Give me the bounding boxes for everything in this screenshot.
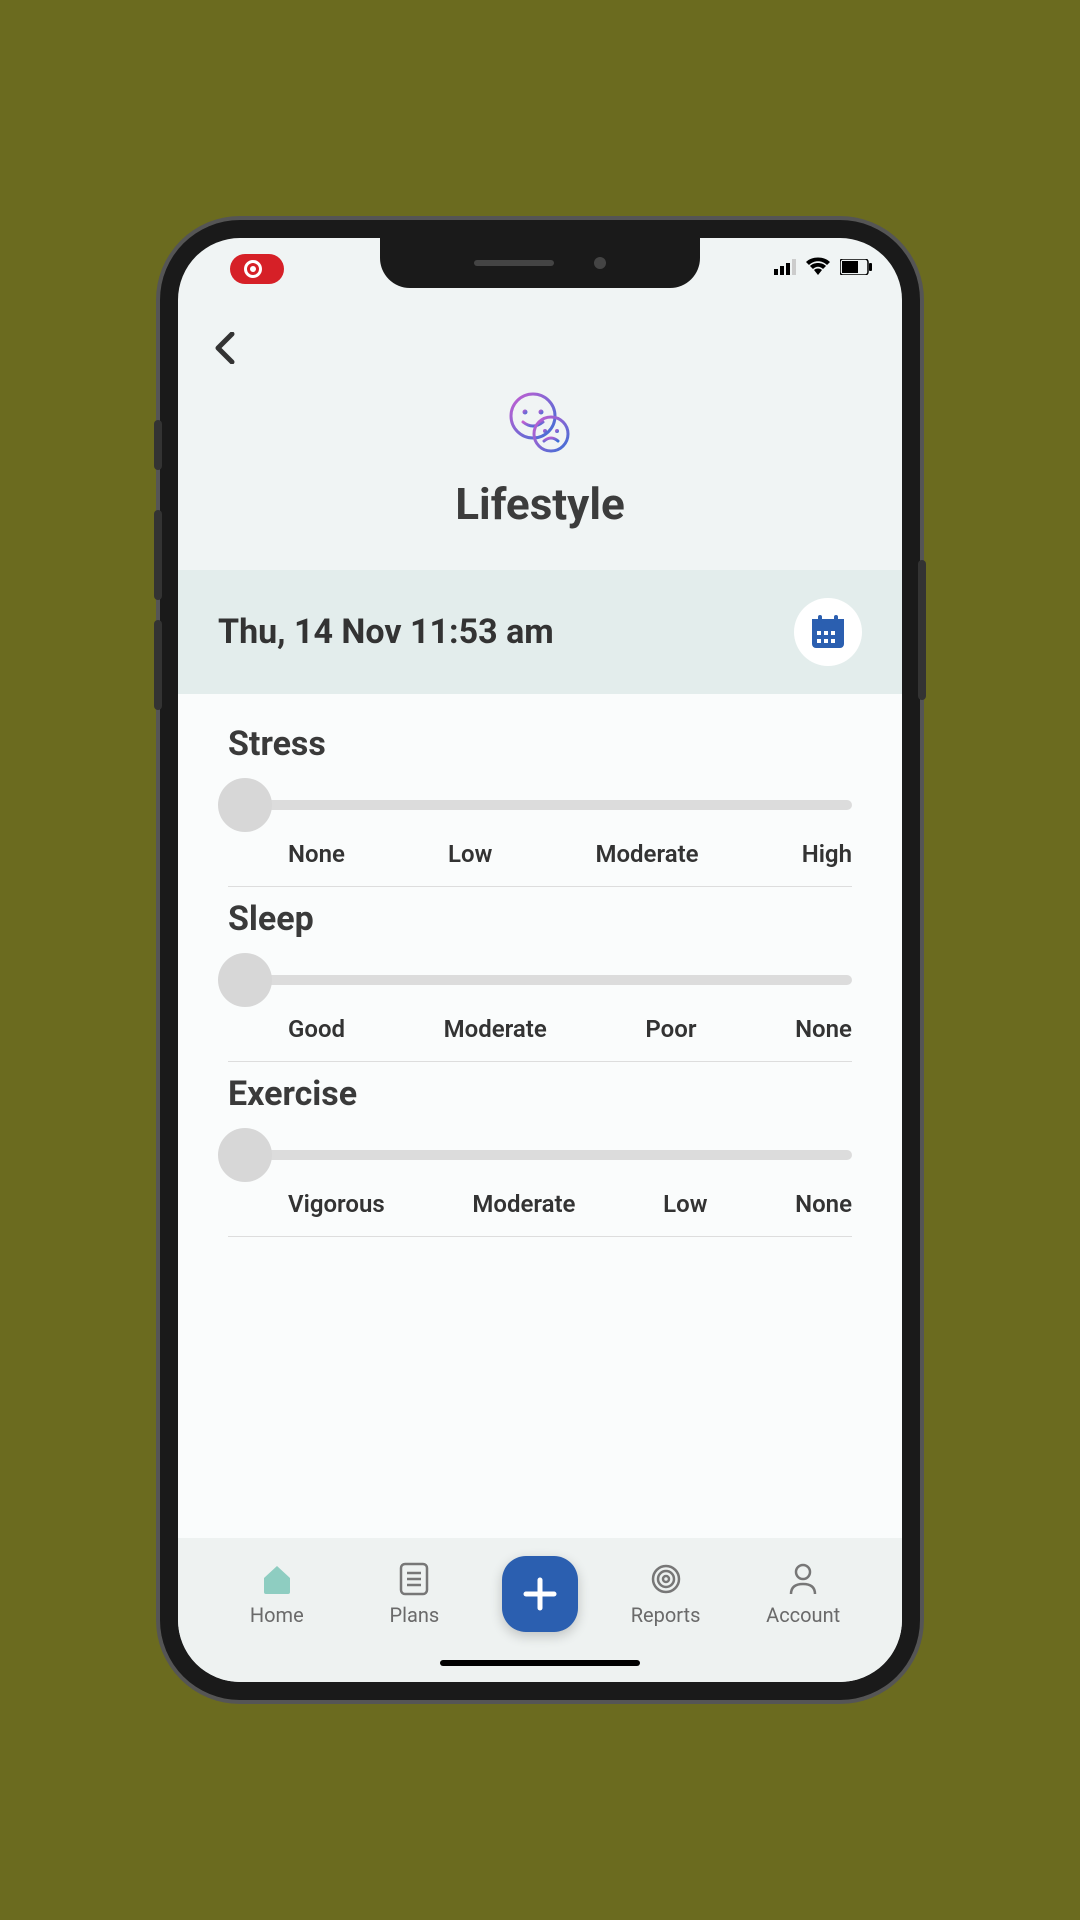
slider-mark: Moderate [595, 840, 698, 868]
sleep-slider[interactable] [228, 955, 852, 1005]
record-icon [244, 260, 262, 278]
signal-icon [774, 256, 796, 280]
slider-mark: None [288, 840, 345, 868]
date-row: Thu, 14 Nov 11:53 am [178, 570, 902, 694]
calendar-button[interactable] [794, 598, 862, 666]
phone-side-button [154, 420, 162, 470]
slider-mark: None [795, 1015, 852, 1043]
plus-icon [522, 1576, 558, 1612]
content: Stress None Low Moderate High Sleep [178, 694, 902, 1538]
header: Lifestyle [178, 298, 902, 570]
calendar-icon [809, 613, 847, 651]
plans-icon [396, 1561, 432, 1597]
slider-mark: Low [663, 1190, 707, 1218]
phone-side-button [918, 560, 926, 700]
phone-frame: Lifestyle Thu, 14 Nov 11:53 am [160, 220, 920, 1700]
wifi-icon [806, 256, 830, 280]
reports-icon [648, 1561, 684, 1597]
nav-label: Home [250, 1603, 304, 1627]
exercise-slider-group: Exercise Vigorous Moderate Low None [228, 1074, 852, 1237]
sleep-slider-group: Sleep Good Moderate Poor None [228, 899, 852, 1062]
add-button[interactable] [502, 1556, 578, 1632]
home-icon [259, 1561, 295, 1597]
slider-mark: Low [448, 840, 492, 868]
battery-icon [840, 256, 872, 280]
nav-home[interactable]: Home [227, 1561, 327, 1627]
slider-mark: Good [288, 1015, 345, 1043]
nav-label: Reports [631, 1603, 701, 1627]
nav-label: Account [766, 1603, 840, 1627]
slider-thumb[interactable] [218, 953, 272, 1007]
phone-side-button [154, 510, 162, 600]
slider-label: Sleep [228, 899, 852, 939]
slider-mark: Moderate [472, 1190, 575, 1218]
phone-side-button [154, 620, 162, 710]
account-icon [785, 1561, 821, 1597]
slider-label: Stress [228, 724, 852, 764]
nav-reports[interactable]: Reports [616, 1561, 716, 1627]
slider-mark: Moderate [444, 1015, 547, 1043]
page-title: Lifestyle [198, 478, 882, 530]
stress-slider-group: Stress None Low Moderate High [228, 724, 852, 887]
slider-mark: High [802, 840, 852, 868]
slider-mark: None [795, 1190, 852, 1218]
notch [380, 238, 700, 288]
recording-pill[interactable] [230, 254, 284, 284]
nav-account[interactable]: Account [753, 1561, 853, 1627]
chevron-left-icon [214, 332, 238, 364]
home-indicator[interactable] [440, 1660, 640, 1666]
date-text: Thu, 14 Nov 11:53 am [218, 612, 554, 652]
slider-thumb[interactable] [218, 1128, 272, 1182]
slider-label: Exercise [228, 1074, 852, 1114]
slider-mark: Poor [645, 1015, 696, 1043]
slider-thumb[interactable] [218, 778, 272, 832]
stress-slider[interactable] [228, 780, 852, 830]
screen: Lifestyle Thu, 14 Nov 11:53 am [178, 238, 902, 1682]
back-button[interactable] [206, 328, 246, 368]
slider-mark: Vigorous [288, 1190, 385, 1218]
mood-icon [505, 388, 575, 458]
nav-label: Plans [390, 1603, 440, 1627]
exercise-slider[interactable] [228, 1130, 852, 1180]
nav-plans[interactable]: Plans [364, 1561, 464, 1627]
